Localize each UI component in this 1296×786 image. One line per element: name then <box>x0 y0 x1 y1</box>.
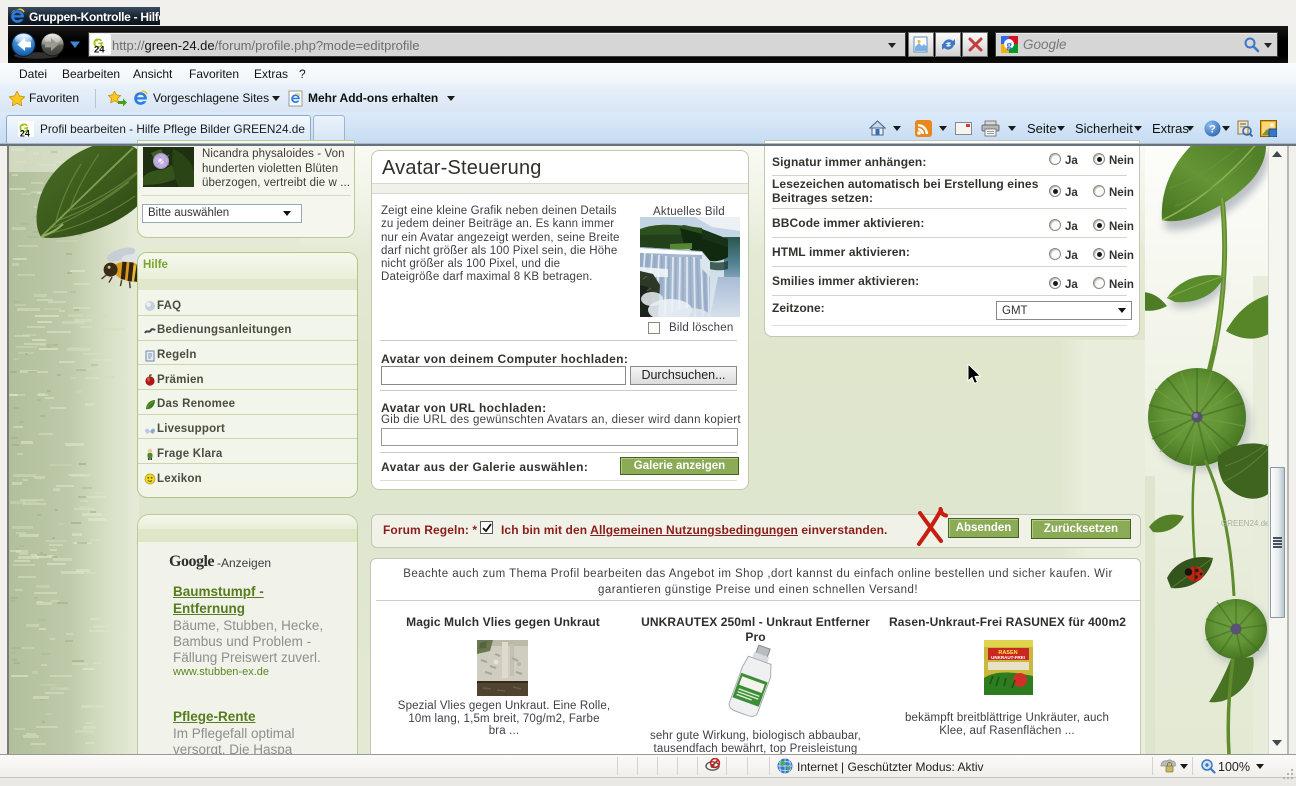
svg-text:24: 24 <box>94 45 105 54</box>
svg-text:UNKRAUT-FREI: UNKRAUT-FREI <box>991 655 1025 660</box>
svg-text:g: g <box>1006 39 1012 51</box>
svg-text:GREEN24.de: GREEN24.de <box>1221 519 1268 528</box>
svg-text:24: 24 <box>20 129 30 137</box>
svg-text:?: ? <box>1209 124 1216 136</box>
